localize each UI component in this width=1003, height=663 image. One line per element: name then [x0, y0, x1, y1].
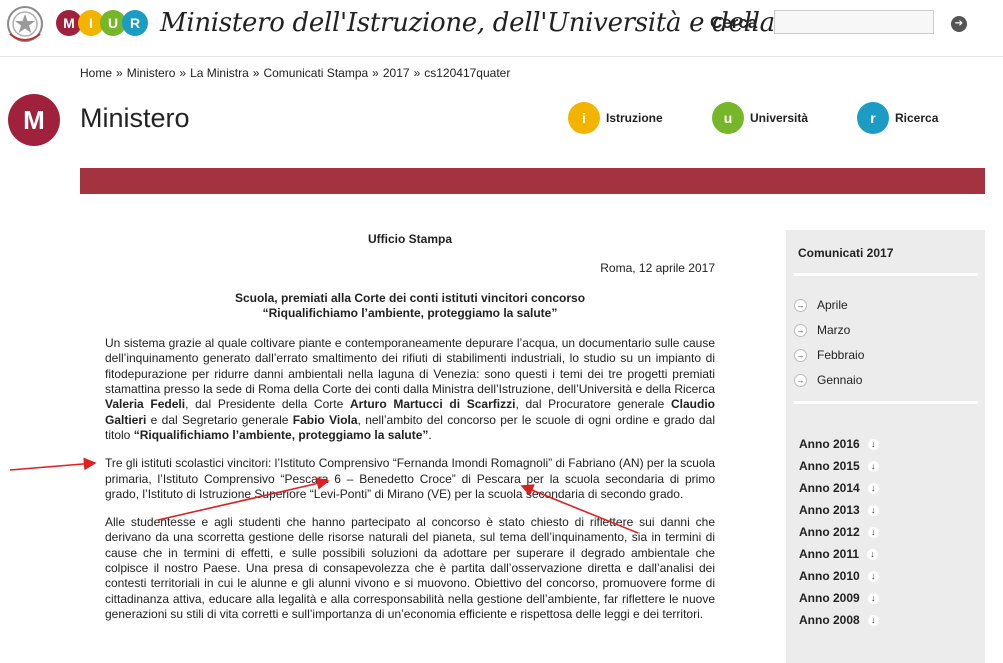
text-run: Un sistema grazie al quale coltivare pia… — [105, 336, 715, 397]
year-label: Anno 2010 — [799, 569, 860, 583]
miur-logo[interactable]: M I U R — [56, 10, 148, 36]
sidebar-year-2014[interactable]: Anno 2014 ↓ — [799, 481, 879, 495]
sidebar-year-2011[interactable]: Anno 2011 ↓ — [799, 547, 879, 561]
chevron-down-icon: ↓ — [867, 592, 879, 604]
office-heading: Ufficio Stampa — [367, 232, 452, 246]
headline-line-1: Scuola, premiati alla Corte dei conti is… — [234, 290, 586, 305]
search-label: Cerca — [710, 13, 758, 32]
year-label: Anno 2016 — [799, 437, 860, 451]
sidebar-year-2013[interactable]: Anno 2013 ↓ — [799, 503, 879, 517]
breadcrumb-home[interactable]: Home — [80, 66, 112, 80]
arrow-right-icon: → — [794, 298, 807, 312]
arrow-right-icon: → — [794, 373, 807, 387]
chevron-down-icon: ↓ — [867, 548, 879, 560]
breadcrumb-comunicati-stampa[interactable]: Comunicati Stampa — [263, 66, 368, 80]
paragraph-winners: Tre gli istituti scolastici vincitori: l… — [105, 456, 715, 501]
search-input[interactable] — [774, 10, 934, 34]
sidebar-month-febbraio[interactable]: → Febbraio — [794, 348, 864, 362]
year-label: Anno 2012 — [799, 525, 860, 539]
text-run: e dal Segretario generale — [146, 412, 293, 427]
chevron-down-icon: ↓ — [867, 438, 879, 450]
ricerca-icon: r — [857, 102, 889, 134]
annotation-arrow-winners — [9, 457, 97, 471]
italian-republic-emblem — [5, 2, 45, 46]
press-release-headline: Scuola, premiati alla Corte dei conti is… — [105, 291, 715, 322]
ministry-name: Ministero dell'Istruzione, dell'Universi… — [160, 8, 882, 38]
breadcrumb-2017[interactable]: 2017 — [383, 66, 410, 80]
press-release-date: Roma, 12 aprile 2017 — [600, 261, 715, 276]
year-label: Anno 2008 — [799, 613, 860, 627]
press-release-article: Ufficio Stampa Roma, 12 aprile 2017 Scuo… — [105, 232, 715, 622]
chevron-down-icon: ↓ — [867, 526, 879, 538]
sidebar-archive: Comunicati 2017 → Aprile → Marzo → Febbr… — [786, 230, 985, 663]
nav-istruzione[interactable]: i Istruzione — [568, 102, 663, 134]
month-label: Aprile — [817, 298, 848, 312]
header-divider — [0, 56, 1003, 57]
sidebar-year-2012[interactable]: Anno 2012 ↓ — [799, 525, 879, 539]
arrow-right-icon: → — [794, 323, 807, 337]
paragraph-intro: Un sistema grazie al quale coltivare pia… — [105, 336, 715, 443]
breadcrumb: Home» Ministero» La Ministra» Comunicati St… — [80, 66, 511, 80]
name-segretario: Fabio Viola — [292, 412, 358, 427]
name-minister: Valeria Fedeli — [105, 397, 186, 412]
text-run: . — [428, 427, 432, 442]
nav-istruzione-label: Istruzione — [606, 111, 663, 125]
section-badge-icon: M — [8, 94, 60, 146]
month-label: Gennaio — [817, 373, 863, 387]
chevron-down-icon: ↓ — [867, 460, 879, 472]
breadcrumb-current: cs120417quater — [424, 66, 511, 80]
chevron-down-icon: ↓ — [867, 504, 879, 516]
nav-universita[interactable]: u Università — [712, 102, 808, 134]
arrow-right-icon: ➔ — [954, 18, 964, 29]
sidebar-year-2015[interactable]: Anno 2015 ↓ — [799, 459, 879, 473]
chevron-down-icon: ↓ — [867, 570, 879, 582]
sidebar-month-marzo[interactable]: → Marzo — [794, 323, 850, 337]
sidebar-year-2010[interactable]: Anno 2010 ↓ — [799, 569, 879, 583]
section-color-bar — [80, 168, 985, 194]
section-title: Ministero — [80, 103, 190, 133]
year-label: Anno 2011 — [799, 547, 860, 561]
year-label: Anno 2009 — [799, 591, 860, 605]
text-run: , dal Procuratore generale — [515, 397, 671, 412]
nav-universita-label: Università — [750, 111, 809, 125]
miur-logo-r: R — [122, 10, 148, 36]
text-run: , dal Presidente della Corte — [185, 397, 350, 412]
sidebar-month-gennaio[interactable]: → Gennaio — [794, 373, 862, 387]
sidebar-title: Comunicati 2017 — [798, 246, 894, 260]
month-label: Marzo — [817, 323, 851, 337]
nav-ricerca-label: Ricerca — [895, 111, 939, 125]
universita-icon: u — [712, 102, 744, 134]
istruzione-icon: i — [568, 102, 600, 134]
sidebar-year-2008[interactable]: Anno 2008 ↓ — [799, 613, 879, 627]
sidebar-year-2009[interactable]: Anno 2009 ↓ — [799, 591, 879, 605]
month-label: Febbraio — [817, 348, 865, 362]
sidebar-month-aprile[interactable]: → Aprile — [794, 298, 848, 312]
contest-title: “Riqualifichiamo l’ambiente, proteggiamo… — [133, 427, 429, 442]
breadcrumb-la-ministra[interactable]: La Ministra — [190, 66, 249, 80]
sidebar-year-2016[interactable]: Anno 2016 ↓ — [799, 437, 879, 451]
chevron-down-icon: ↓ — [867, 614, 879, 626]
sidebar-divider — [794, 273, 978, 276]
arrow-right-icon: → — [794, 348, 807, 362]
search-submit-button[interactable]: ➔ — [951, 16, 967, 32]
headline-line-2: “Riqualifichiamo l’ambiente, proteggiamo… — [262, 305, 558, 320]
sidebar-divider — [794, 401, 978, 404]
name-president: Arturo Martucci di Scarfizzi — [349, 397, 516, 412]
year-label: Anno 2013 — [799, 503, 860, 517]
nav-ricerca[interactable]: r Ricerca — [857, 102, 938, 134]
breadcrumb-ministero[interactable]: Ministero — [127, 66, 176, 80]
year-label: Anno 2014 — [799, 481, 860, 495]
chevron-down-icon: ↓ — [867, 482, 879, 494]
paragraph-details: Alle studentesse e agli studenti che han… — [105, 515, 715, 621]
year-label: Anno 2015 — [799, 459, 860, 473]
